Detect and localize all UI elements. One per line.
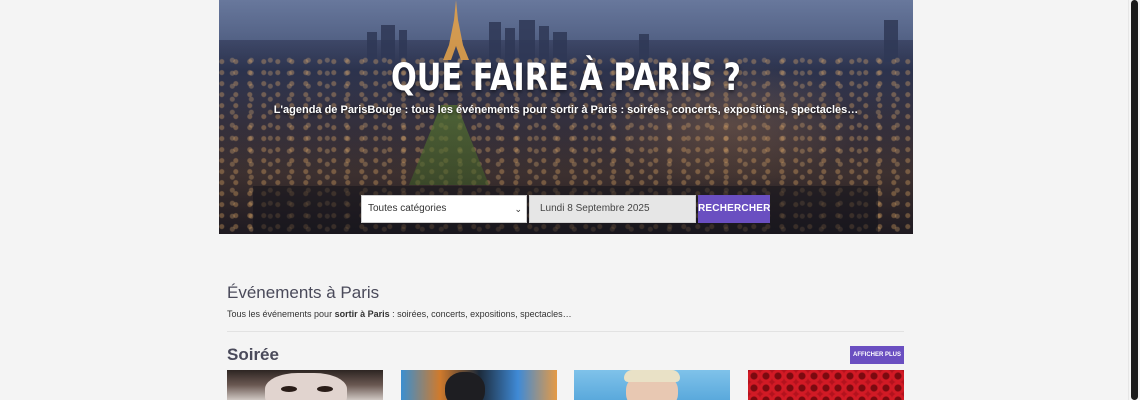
section-description: Tous les événements pour sortir à Paris … — [227, 309, 572, 319]
search-button[interactable]: RECHERCHER — [698, 195, 770, 223]
section-description-suffix: : soirées, concerts, expositions, specta… — [389, 309, 572, 319]
hero-banner: QUE FAIRE À PARIS ? L'agenda de ParisBou… — [219, 0, 913, 234]
category-select-value: Toutes catégories — [368, 203, 447, 214]
event-image-detail — [624, 370, 680, 382]
section-title: Événements à Paris — [227, 283, 380, 302]
chevron-down-icon: ⌄ — [514, 204, 522, 214]
category-title: Soirée — [227, 345, 279, 364]
section-description-prefix: Tous les événements pour — [227, 309, 335, 319]
event-image — [748, 370, 904, 400]
date-input-value: Lundi 8 Septembre 2025 — [540, 203, 650, 214]
page-scrollbar[interactable] — [1128, 0, 1140, 400]
eiffel-tower-illustration — [443, 0, 469, 60]
event-image-detail — [317, 386, 333, 392]
event-card[interactable] — [574, 370, 730, 400]
event-image-detail — [281, 386, 297, 392]
event-card[interactable] — [227, 370, 383, 400]
section-divider — [227, 331, 904, 332]
event-image — [445, 372, 485, 400]
hero-subtitle: L'agenda de ParisBouge : tous les événem… — [273, 104, 859, 116]
event-image — [265, 373, 347, 400]
date-input[interactable]: Lundi 8 Septembre 2025 — [529, 195, 696, 223]
hero-title: QUE FAIRE À PARIS ? — [390, 56, 742, 99]
category-select[interactable]: Toutes catégories ⌄ — [361, 195, 527, 223]
event-card[interactable] — [748, 370, 904, 400]
event-card[interactable] — [401, 370, 557, 400]
scrollbar-thumb[interactable] — [1131, 0, 1138, 400]
show-more-button[interactable]: AFFICHER PLUS — [850, 346, 904, 364]
sortir-a-paris-link[interactable]: sortir à Paris — [335, 309, 390, 319]
